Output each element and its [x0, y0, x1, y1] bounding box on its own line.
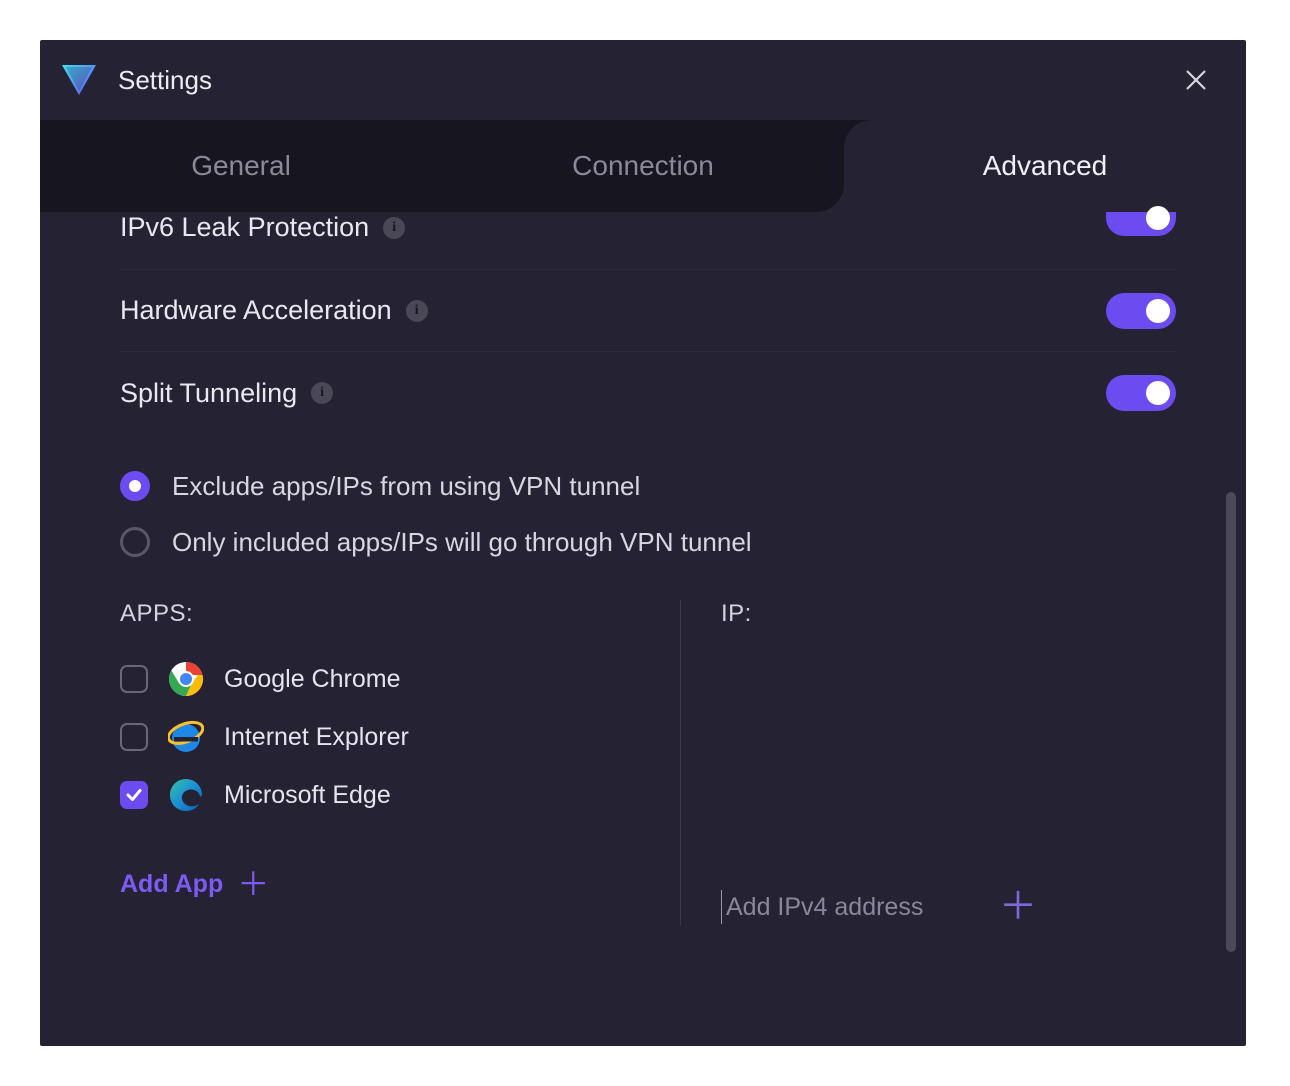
app-name: Google Chrome — [224, 665, 400, 694]
tab-label: Connection — [572, 150, 714, 182]
app-name: Microsoft Edge — [224, 781, 391, 810]
close-button[interactable] — [1174, 58, 1218, 102]
radio-icon — [120, 527, 150, 557]
add-app-label: Add App — [120, 870, 223, 899]
toggle-hwaccel[interactable] — [1106, 293, 1176, 329]
setting-row-ipv6: IPv6 Leak Protection i — [120, 212, 1176, 270]
setting-label: IPv6 Leak Protection i — [120, 212, 405, 243]
plus-icon: ＋ — [237, 868, 269, 900]
app-logo-icon — [62, 65, 96, 95]
app-item-chrome: Google Chrome — [120, 650, 650, 708]
app-item-edge: Microsoft Edge — [120, 766, 650, 824]
tab-label: Advanced — [983, 150, 1108, 182]
app-checkbox[interactable] — [120, 723, 148, 751]
radio-include-only[interactable]: Only included apps/IPs will go through V… — [120, 514, 1176, 570]
add-app-button[interactable]: Add App ＋ — [120, 868, 269, 900]
check-icon — [125, 786, 143, 804]
apps-ip-columns: APPS: Google Chrome — [120, 600, 1176, 926]
setting-label: Hardware Acceleration i — [120, 295, 428, 326]
tab-connection[interactable]: Connection — [442, 120, 844, 212]
ip-column: IP: ＋ — [680, 600, 1176, 926]
ip-header: IP: — [721, 600, 1176, 628]
tab-advanced[interactable]: Advanced — [844, 120, 1246, 212]
scrollbar-thumb[interactable] — [1226, 492, 1236, 952]
title-bar: Settings — [40, 40, 1246, 120]
apps-column: APPS: Google Chrome — [120, 600, 680, 926]
app-name: Internet Explorer — [224, 723, 409, 752]
chrome-icon — [168, 661, 204, 697]
radio-exclude[interactable]: Exclude apps/IPs from using VPN tunnel — [120, 458, 1176, 514]
ip-address-input[interactable] — [721, 890, 981, 924]
tab-general[interactable]: General — [40, 120, 442, 212]
close-icon — [1185, 69, 1207, 91]
edge-icon — [168, 777, 204, 813]
radio-icon — [120, 471, 150, 501]
toggle-ipv6[interactable] — [1106, 212, 1176, 236]
ie-icon — [168, 719, 204, 755]
toggle-split[interactable] — [1106, 375, 1176, 411]
tab-label: General — [191, 150, 291, 182]
add-ip-button[interactable]: ＋ — [999, 888, 1037, 926]
setting-row-hwaccel: Hardware Acceleration i — [120, 270, 1176, 352]
scrollbar[interactable] — [1226, 232, 1236, 986]
radio-label: Exclude apps/IPs from using VPN tunnel — [172, 471, 640, 502]
tabs: General Connection Advanced — [40, 120, 1246, 212]
info-icon[interactable]: i — [383, 217, 405, 239]
apps-header: APPS: — [120, 600, 650, 628]
split-mode-radio-group: Exclude apps/IPs from using VPN tunnel O… — [120, 434, 1176, 570]
radio-label: Only included apps/IPs will go through V… — [172, 527, 752, 558]
app-checkbox[interactable] — [120, 665, 148, 693]
settings-window: Settings General Connection Advanced — [40, 40, 1246, 1046]
info-icon[interactable]: i — [311, 382, 333, 404]
add-ip-row: ＋ — [721, 888, 1176, 926]
info-icon[interactable]: i — [406, 300, 428, 322]
app-item-ie: Internet Explorer — [120, 708, 650, 766]
app-checkbox[interactable] — [120, 781, 148, 809]
setting-label: Split Tunneling i — [120, 378, 333, 409]
window-title: Settings — [118, 65, 1174, 96]
settings-content: IPv6 Leak Protection i Hardware Accelera… — [40, 212, 1246, 1046]
setting-row-split: Split Tunneling i — [120, 352, 1176, 434]
